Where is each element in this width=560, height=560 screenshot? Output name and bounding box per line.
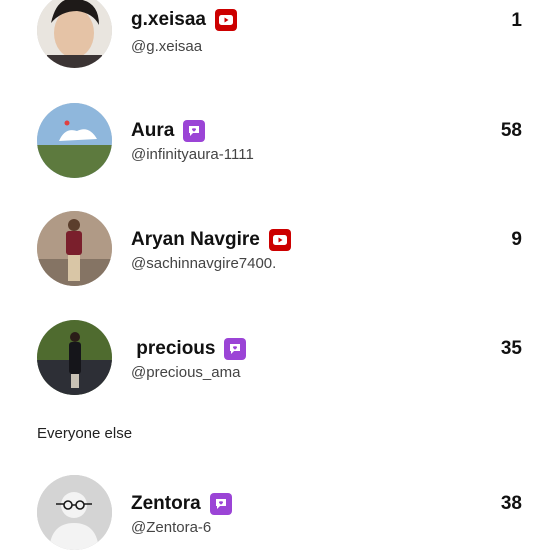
- channel-name[interactable]: Aryan Navgire: [131, 229, 260, 251]
- name-line: precious: [131, 336, 247, 362]
- channel-handle: @Zentora-6: [131, 519, 212, 536]
- list-item[interactable]: Zentora @Zentora-6 38: [0, 475, 560, 555]
- count-value: 58: [500, 120, 522, 141]
- chat-bubble-icon: [183, 120, 206, 142]
- channel-handle: @sachinnavgire7400.: [131, 255, 277, 272]
- chat-bubble-icon: [224, 338, 247, 360]
- list-item[interactable]: Aura @infinityaura-1111 58: [0, 103, 560, 183]
- count-value: 9: [511, 229, 522, 250]
- avatar[interactable]: [37, 475, 112, 550]
- avatar[interactable]: [37, 103, 112, 178]
- youtube-icon: [268, 229, 291, 251]
- list-item[interactable]: Aryan Navgire @sachinnavgire7400. 9: [0, 211, 560, 291]
- channel-handle: @g.xeisaa: [131, 38, 203, 55]
- channel-handle: @infinityaura-1111: [131, 146, 254, 163]
- channel-name[interactable]: g.xeisaa: [131, 9, 206, 31]
- youtube-icon: [215, 9, 237, 31]
- list-item[interactable]: g.xeisaa @g.xeisaa 1: [0, 0, 560, 73]
- count-value: 1: [511, 10, 522, 31]
- channel-name[interactable]: Aura: [131, 120, 174, 142]
- name-line: Aura: [131, 118, 206, 144]
- name-line: Aryan Navgire: [131, 227, 291, 253]
- name-line: g.xeisaa: [131, 7, 237, 33]
- channel-name[interactable]: Zentora: [131, 493, 201, 515]
- list-item[interactable]: precious @precious_ama 35: [0, 320, 560, 400]
- name-line: Zentora: [131, 491, 232, 517]
- channel-name[interactable]: precious: [131, 338, 215, 360]
- section-heading: Everyone else: [37, 425, 133, 442]
- avatar[interactable]: [37, 320, 112, 395]
- count-value: 35: [500, 338, 522, 359]
- count-value: 38: [500, 493, 522, 514]
- channel-handle: @precious_ama: [131, 364, 241, 381]
- chat-bubble-icon: [209, 493, 232, 515]
- avatar[interactable]: [37, 0, 112, 68]
- avatar[interactable]: [37, 211, 112, 286]
